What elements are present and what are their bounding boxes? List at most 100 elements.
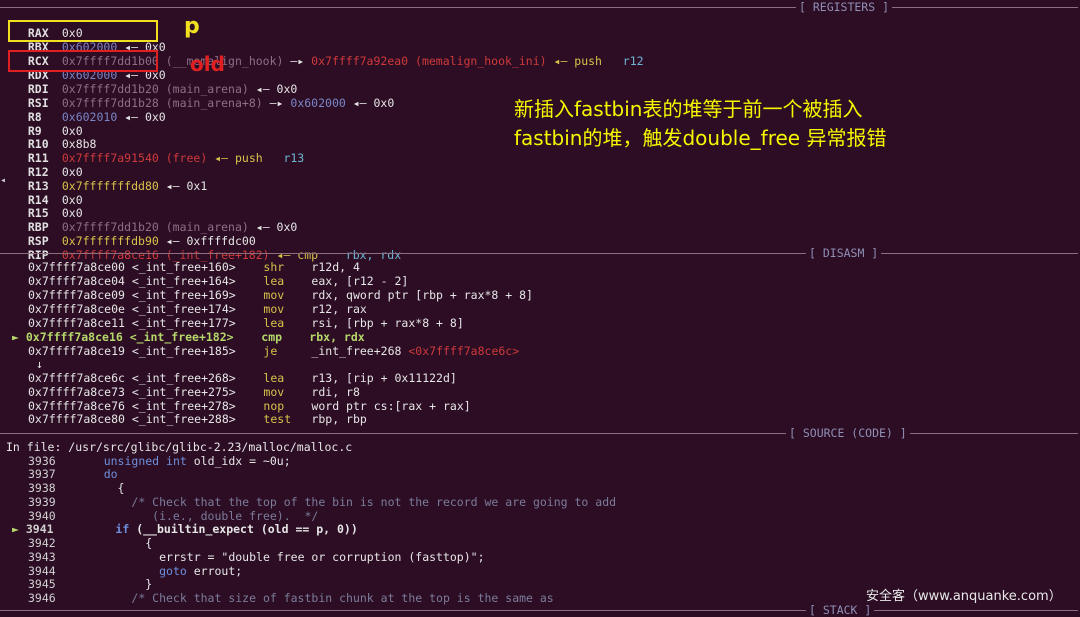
disasm-addr: 0x7ffff7a8ce09 <_int_free+169> — [28, 288, 236, 302]
reg-r13: R13 0x7fffffffdd80 ◂— 0x1 — [14, 165, 207, 193]
reg-deref: ◂— 0x0 — [124, 110, 166, 124]
disasm-op: test — [263, 412, 292, 426]
disasm-args: eax, [r12 - 2] — [311, 274, 409, 288]
reg-arrow: —▸ — [290, 54, 305, 68]
disasm-target: <0x7ffff7a8ce6c> — [408, 344, 520, 358]
disasm-title: [ DISASM ] — [806, 246, 882, 260]
disasm-args: rbp, rbp — [311, 412, 367, 426]
reg-deref: ◂— push — [553, 54, 602, 68]
disasm-line: 0x7ffff7a8ce04 <_int_free+164> lea eax, [… — [28, 274, 408, 288]
disasm-addr: 0x7ffff7a8ce80 <_int_free+288> — [28, 412, 236, 426]
disasm-addr: 0x7ffff7a8ce73 <_int_free+275> — [28, 385, 236, 399]
reg-r14: R14 0x0 — [14, 179, 83, 207]
reg-r11: R11 0x7ffff7a91540 (free) ◂— push r13 — [14, 137, 304, 165]
disasm-args: rdi, r8 — [311, 385, 360, 399]
code-keyword: goto — [159, 564, 187, 578]
line-number: 3941 — [25, 522, 54, 536]
rbx-highlight-box — [8, 20, 158, 42]
current-line-arrow-icon: ► — [12, 522, 19, 536]
line-number: 3938 — [28, 481, 56, 495]
source-line: 3943 errstr = "double free or corruption… — [28, 550, 485, 564]
disasm-args: r12, rax — [311, 302, 367, 316]
code-text: } — [145, 577, 153, 591]
disasm-line: 0x7ffff7a8ce76 <_int_free+278> nop word p… — [28, 399, 471, 413]
reg-r10: R10 0x8b8 — [14, 123, 97, 151]
annotation-text-2: fastbin的堆，触发double_free 异常报错 — [514, 126, 887, 150]
p-label: p — [184, 14, 200, 39]
registers-title: [ REGISTERS ] — [796, 0, 893, 14]
reg-arg: r12 — [622, 54, 644, 68]
code-text: errout; — [186, 564, 243, 578]
source-line: 3940 (i.e., double free). */ — [28, 509, 318, 523]
disasm-args: rbx, rdx — [309, 330, 365, 344]
left-edge-marker-icon: ◂ — [0, 175, 7, 186]
source-line: 3939 /* Check that the top of the bin is… — [28, 495, 616, 509]
line-number: 3944 — [28, 564, 56, 578]
reg-arrow: —▸ — [269, 96, 284, 110]
disasm-line: 0x7ffff7a8ce6c <_int_free+268> lea r13, [… — [28, 371, 457, 385]
source-file-path: In file: /usr/src/glibc/glibc-2.23/mallo… — [6, 440, 353, 454]
stack-separator: [ STACK ] — [0, 603, 1078, 617]
disasm-op: mov — [263, 302, 285, 316]
disasm-op: lea — [263, 316, 285, 330]
disasm-args: word ptr cs:[rax + rax] — [311, 399, 471, 413]
code-keyword: unsigned int — [103, 454, 187, 468]
disasm-op: lea — [263, 274, 285, 288]
line-number: 3942 — [28, 536, 56, 550]
source-line-current: ► 3941 if (__builtin_expect (old == p, 0… — [12, 522, 358, 536]
reg-sym: (main_arena+8) — [165, 96, 263, 110]
disasm-addr: 0x7ffff7a8ce00 <_int_free+160> — [28, 260, 236, 274]
reg-rsp: RSP 0x7fffffffdb90 ◂— 0xffffdc00 — [14, 220, 256, 248]
reg-deref: ◂— 0x0 — [352, 96, 395, 110]
disasm-op: mov — [263, 288, 285, 302]
annotation-line-2: fastbin的堆，触发double_free 异常报错 — [514, 124, 886, 153]
reg-deref: ◂— 0x0 — [255, 220, 298, 234]
disasm-line: 0x7ffff7a8ce0e <_int_free+174> mov r12, r… — [28, 302, 367, 316]
source-line: 3944 goto errout; — [28, 564, 242, 578]
old-label: old — [190, 52, 225, 76]
source-title: [ SOURCE (CODE) ] — [786, 426, 910, 440]
reg-deref: ◂— 0x1 — [165, 179, 208, 193]
source-line: 3937 do — [28, 467, 118, 481]
disasm-line: 0x7ffff7a8ce09 <_int_free+169> mov rdx, q… — [28, 288, 533, 302]
annotation-text-1: 新插入fastbin表的堆等于前一个被插入 — [514, 97, 863, 121]
code-text: { — [117, 481, 125, 495]
code-keyword: if — [115, 522, 130, 536]
line-number: 3940 — [28, 509, 56, 523]
source-line: 3945 } — [28, 577, 152, 591]
current-instruction-arrow-icon: ► — [12, 330, 19, 344]
disasm-op: shr — [263, 260, 285, 274]
reg-rbp: RBP 0x7ffff7dd1b20 (main_arena) ◂— 0x0 — [14, 206, 297, 234]
disasm-op: lea — [263, 371, 285, 385]
disasm-jump-arrow: ↓ — [36, 357, 43, 371]
source-line: 3938 { — [28, 481, 124, 495]
reg-r9: R9 0x0 — [14, 110, 83, 138]
reg-rsi: RSI 0x7ffff7dd1b28 (main_arena+8) —▸ 0x60… — [14, 82, 394, 110]
reg-deref: ◂— push — [214, 151, 263, 165]
code-text: old_idx = ~0u; — [186, 454, 291, 468]
down-arrow-icon: ↓ — [36, 357, 43, 371]
watermark: 安全客（www.anquanke.com） — [866, 589, 1062, 604]
reg-arg: r13 — [283, 151, 305, 165]
disasm-line: 0x7ffff7a8ce19 <_int_free+185> je _int_fr… — [28, 344, 519, 358]
disasm-addr: 0x7ffff7a8ce04 <_int_free+164> — [28, 274, 236, 288]
disasm-addr: 0x7ffff7a8ce76 <_int_free+278> — [28, 399, 236, 413]
disasm-addr: 0x7ffff7a8ce6c <_int_free+268> — [28, 371, 236, 385]
disasm-line: 0x7ffff7a8ce11 <_int_free+177> lea rsi, [… — [28, 316, 464, 330]
disasm-line: 0x7ffff7a8ce73 <_int_free+275> mov rdi, r… — [28, 385, 360, 399]
disasm-line-current: ► 0x7ffff7a8ce16 <_int_free+182> cmp rbx,… — [12, 330, 365, 344]
code-text: (__builtin_expect (old == p, 0)) — [129, 522, 358, 536]
code-comment: /* Check that the top of the bin is not … — [131, 495, 617, 509]
disasm-args: rsi, [rbp + rax*8 + 8] — [311, 316, 464, 330]
disasm-op: cmp — [261, 330, 283, 344]
disasm-args: rdx, qword ptr [rbp + rax*8 + 8] — [311, 288, 533, 302]
line-number: 3937 — [28, 467, 56, 481]
line-number: 3945 — [28, 577, 56, 591]
reg-r12: R12 0x0 — [14, 151, 83, 179]
disasm-addr: 0x7ffff7a8ce0e <_int_free+174> — [28, 302, 236, 316]
line-number: 3939 — [28, 495, 56, 509]
annotation-line-1: 新插入fastbin表的堆等于前一个被插入 — [514, 95, 863, 124]
disasm-op: mov — [263, 385, 285, 399]
rdx-highlight-box — [8, 50, 158, 72]
reg-addr2: 0x602000 — [290, 96, 346, 110]
